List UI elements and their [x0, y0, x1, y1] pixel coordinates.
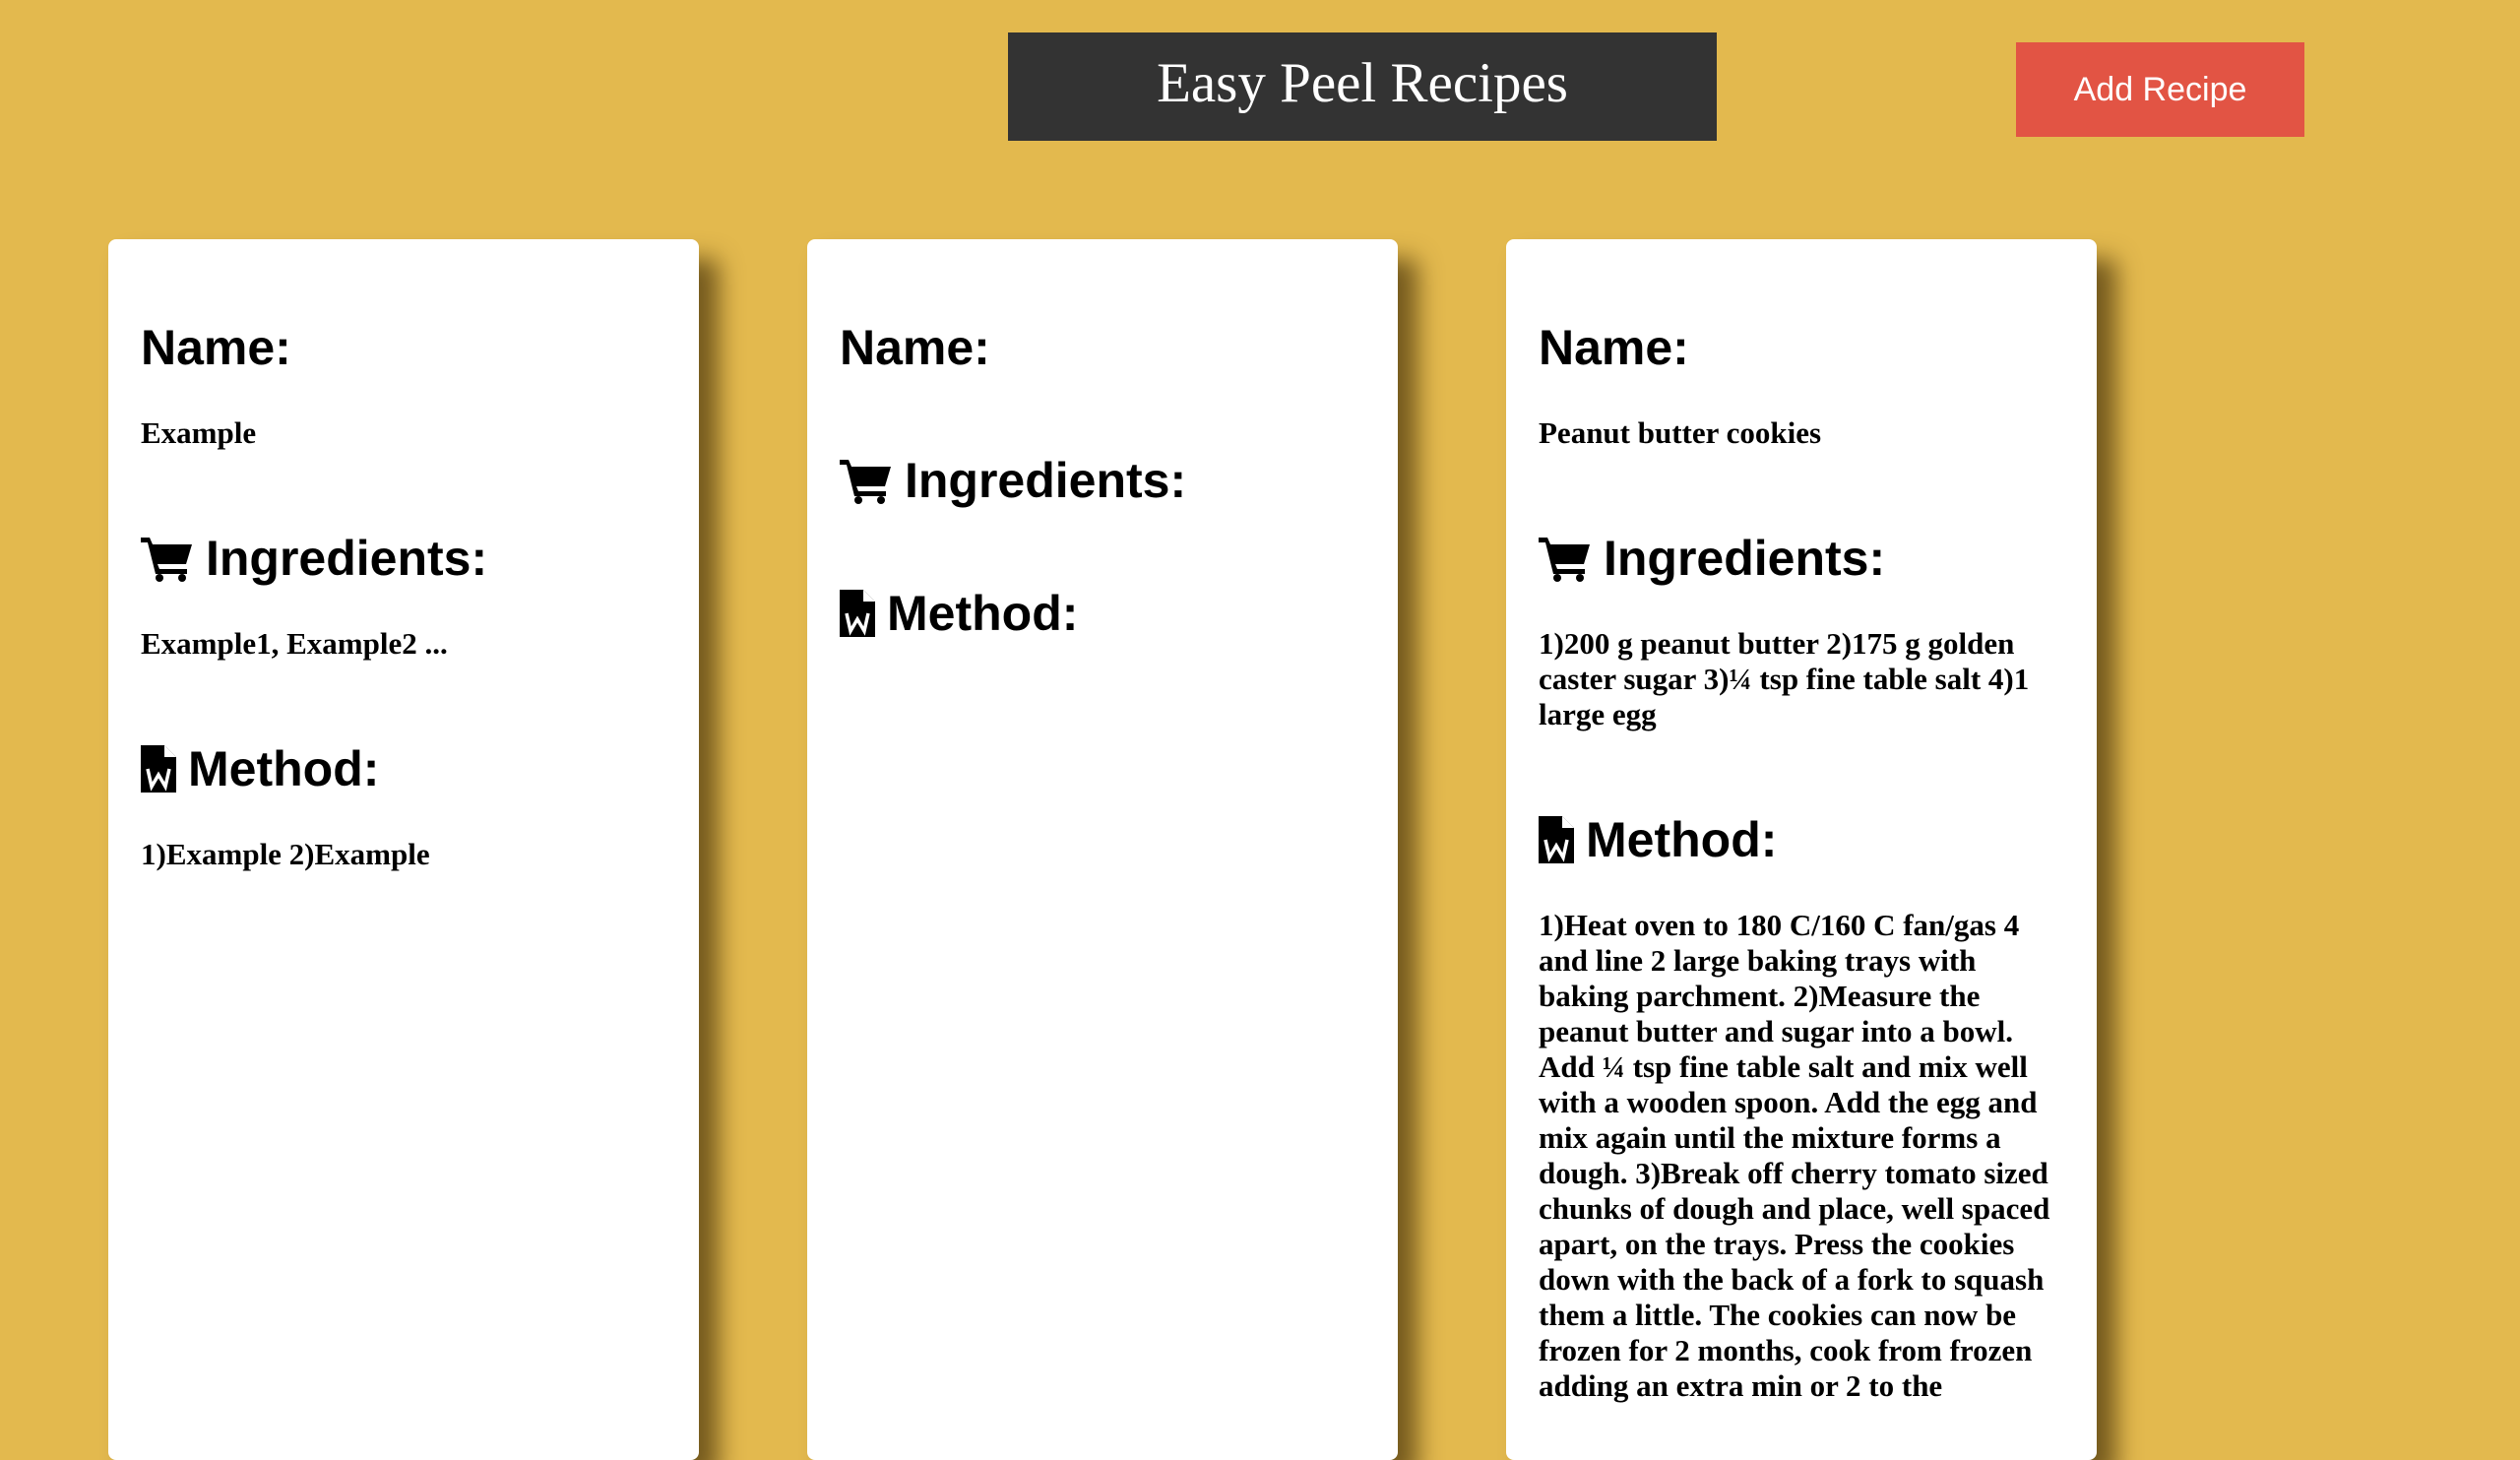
method-heading: Method: — [840, 589, 1365, 638]
recipe-ingredients: 1)200 g peanut butter 2)175 g golden cas… — [1539, 626, 2030, 731]
recipe-card: Name: Example Ingredients: Example1, Exa… — [108, 239, 699, 1460]
word-document-icon — [1539, 816, 1574, 863]
method-heading-label: Method: — [1586, 812, 1778, 867]
recipe-card: Name: Peanut butter cookies Ingredients:… — [1506, 239, 2097, 1460]
name-heading: Name: — [141, 323, 666, 372]
recipe-method: 1)Heat oven to 180 C/160 C fan/gas 4 and… — [1539, 908, 2050, 1403]
word-document-icon — [141, 745, 176, 793]
ingredients-heading-label: Ingredients: — [206, 531, 488, 586]
recipe-ingredients: Example1, Example2 ... — [141, 626, 448, 661]
shopping-cart-icon — [141, 535, 194, 582]
name-heading-label: Name: — [1539, 320, 1689, 375]
recipe-name: Example — [141, 415, 257, 450]
add-recipe-button[interactable]: Add Recipe — [2016, 42, 2304, 137]
shopping-cart-icon — [1539, 535, 1592, 582]
app-title-banner: Easy Peel Recipes — [1008, 32, 1717, 141]
name-heading-label: Name: — [840, 320, 990, 375]
word-document-icon — [840, 590, 875, 637]
ingredients-heading-label: Ingredients: — [1604, 531, 1886, 586]
app-title: Easy Peel Recipes — [1157, 51, 1568, 114]
recipe-name: Peanut butter cookies — [1539, 415, 1822, 450]
name-heading-label: Name: — [141, 320, 291, 375]
method-heading: Method: — [1539, 815, 2064, 864]
method-heading-label: Method: — [887, 586, 1079, 641]
ingredients-heading: Ingredients: — [1539, 534, 2064, 583]
method-heading-label: Method: — [188, 741, 380, 796]
name-heading: Name: — [1539, 323, 2064, 372]
ingredients-heading: Ingredients: — [840, 456, 1365, 505]
recipe-card: Name: Ingredients: Method: — [807, 239, 1398, 1460]
ingredients-heading: Ingredients: — [141, 534, 666, 583]
method-heading: Method: — [141, 744, 666, 793]
name-heading: Name: — [840, 323, 1365, 372]
shopping-cart-icon — [840, 457, 893, 504]
ingredients-heading-label: Ingredients: — [905, 453, 1187, 508]
recipe-method: 1)Example 2)Example — [141, 837, 430, 871]
